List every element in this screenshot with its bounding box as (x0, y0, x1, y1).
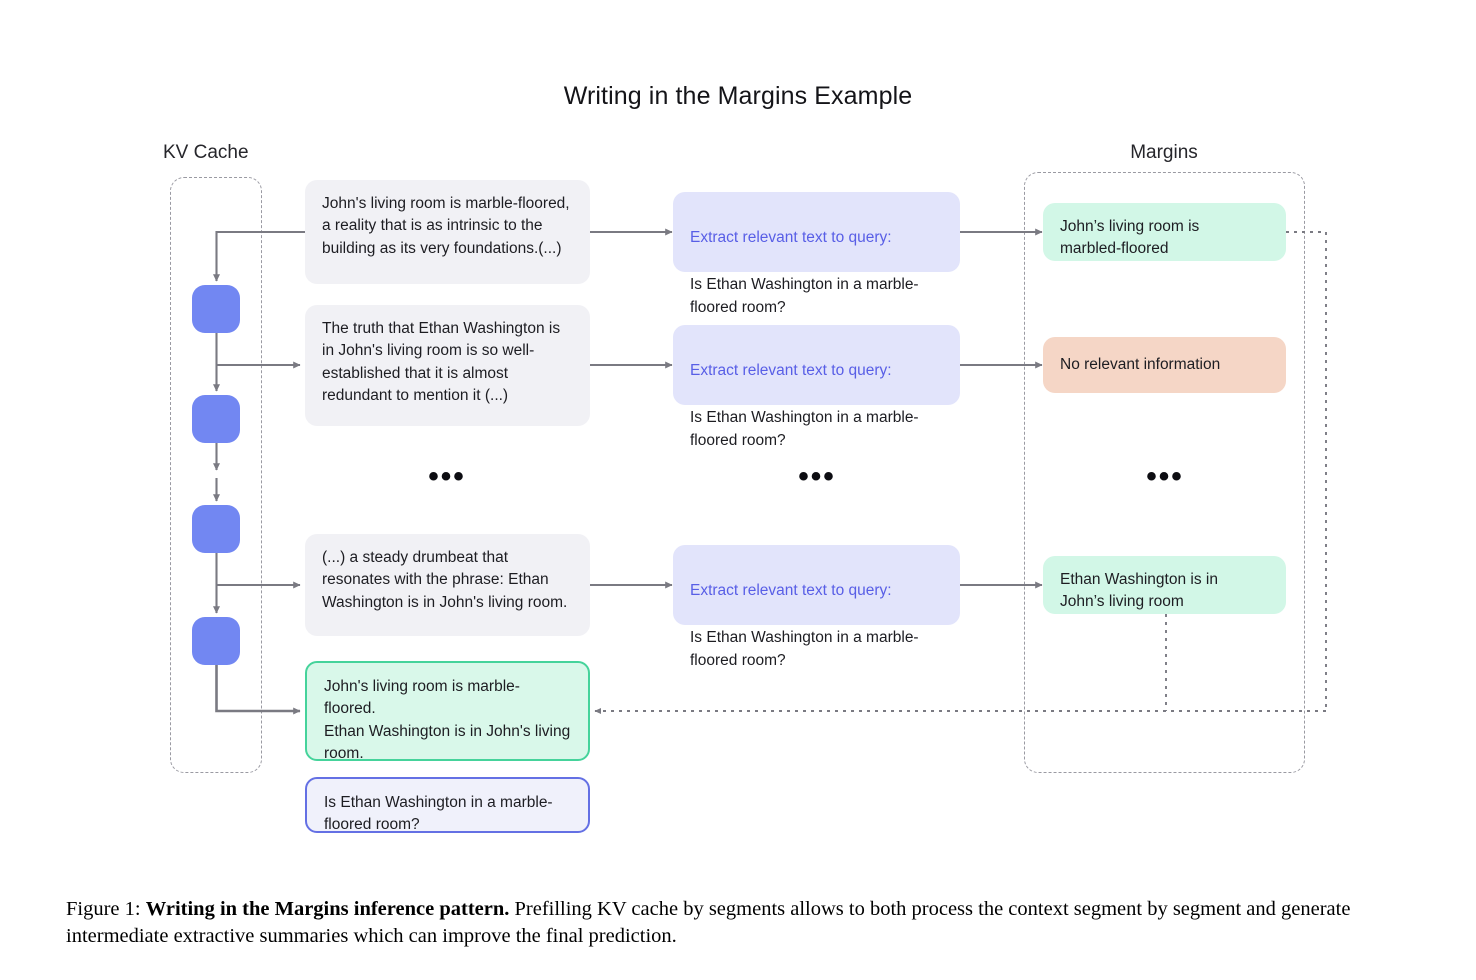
figure-title: Writing in the Margins Example (563, 82, 913, 110)
kv-cache-block-1 (192, 285, 240, 333)
ellipsis-context-column: ••• (428, 460, 466, 493)
context-segment-card-2: The truth that Ethan Washington is in Jo… (305, 305, 590, 426)
figure-caption: Figure 1: Writing in the Margins inferen… (66, 896, 1414, 951)
margins-column-label: Margins (1130, 142, 1198, 163)
extractive-summary-card: John's living room is marble-floored. Et… (305, 661, 590, 762)
query-prompt-card-1: Extract relevant text to query: Is Ethan… (673, 192, 960, 316)
query-prompt-card-2: Extract relevant text to query: Is Ethan… (673, 325, 960, 449)
margin-note-card-3: Ethan Washington is in John’s living roo… (1043, 556, 1286, 614)
kv-cache-block-2 (192, 395, 240, 443)
query-prompt-heading-3: Extract relevant text to query: (690, 582, 892, 600)
figure-root: Writing in the Margins Example KV Cache … (0, 0, 1476, 980)
context-segment-card-3: (...) a steady drumbeat that resonates w… (305, 534, 590, 636)
kv-cache-block-3 (192, 505, 240, 553)
margin-note-card-1: John’s living room is marbled-floored (1043, 203, 1286, 261)
margin-note-card-2: No relevant information (1043, 337, 1286, 393)
caption-prefix: Figure 1: (66, 898, 141, 920)
query-prompt-heading-2: Extract relevant text to query: (690, 362, 892, 380)
ellipsis-margins-column: ••• (1146, 460, 1184, 493)
query-prompt-body-2: Is Ethan Washington in a marble-floored … (690, 409, 919, 449)
ellipsis-query-column: ••• (798, 460, 836, 493)
context-segment-card-1: John's living room is marble-floored, a … (305, 180, 590, 284)
kv-cache-container (170, 177, 262, 773)
kv-cache-block-4 (192, 617, 240, 665)
query-prompt-card-3: Extract relevant text to query: Is Ethan… (673, 545, 960, 669)
kv-cache-column-label: KV Cache (163, 142, 249, 163)
caption-bold-lead: Writing in the Margins inference pattern… (145, 898, 510, 920)
query-prompt-body-1: Is Ethan Washington in a marble-floored … (690, 276, 919, 316)
query-prompt-heading-1: Extract relevant text to query: (690, 229, 892, 247)
query-prompt-body-3: Is Ethan Washington in a marble-floored … (690, 629, 919, 669)
final-query-card: Is Ethan Washington in a marble-floored … (305, 777, 590, 833)
